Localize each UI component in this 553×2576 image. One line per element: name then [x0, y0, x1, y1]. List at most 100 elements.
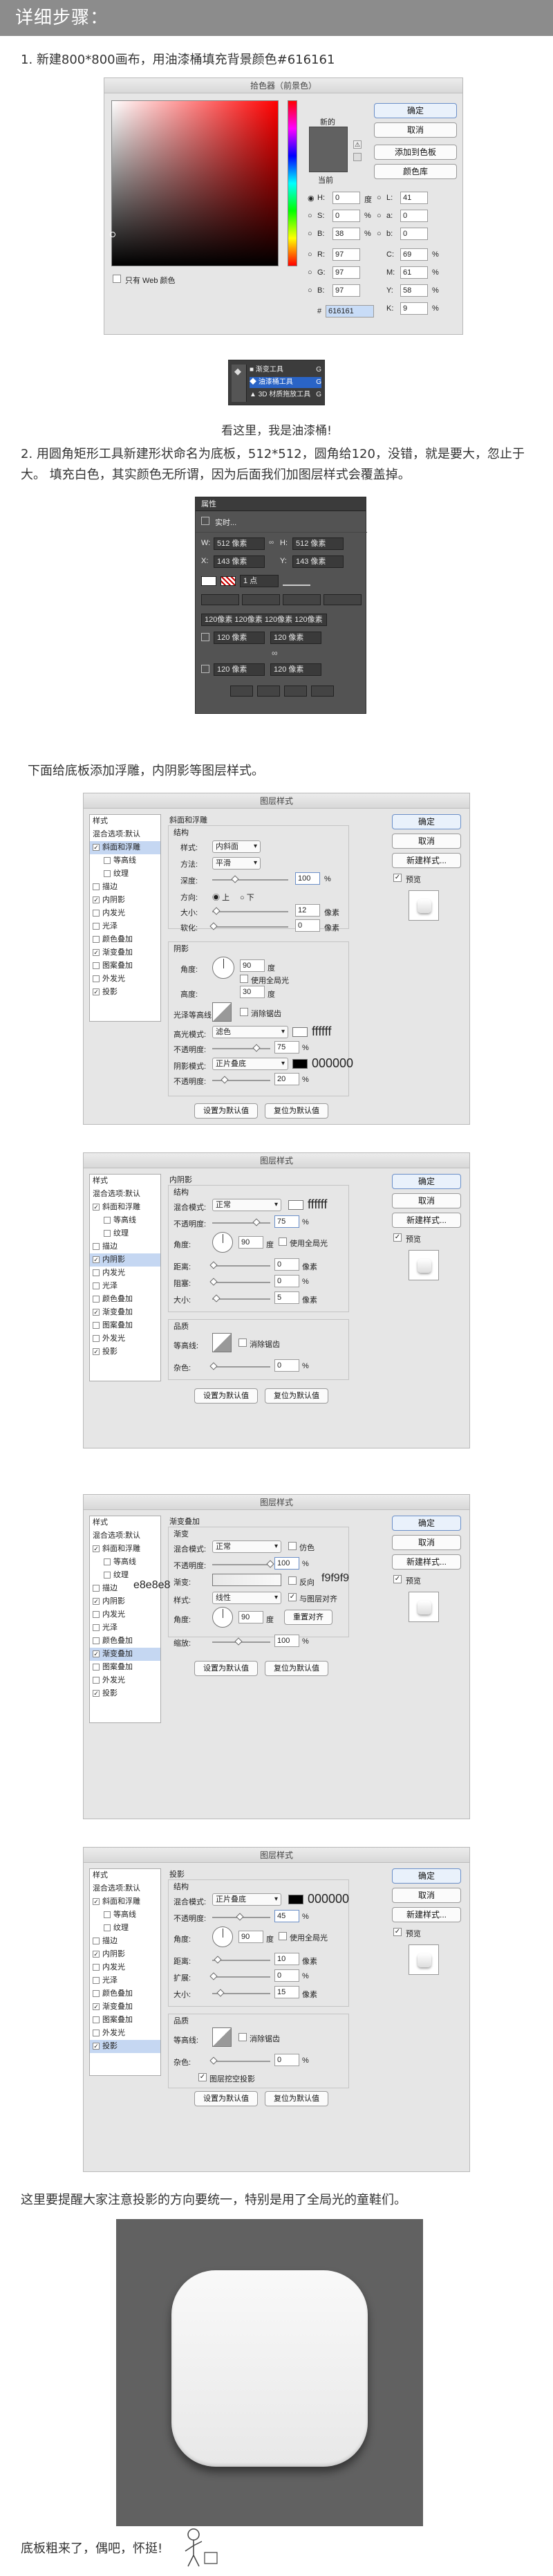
radius-bottom-right-input[interactable]: 120 像素: [270, 663, 321, 676]
sidebar-satin[interactable]: 光泽: [90, 920, 160, 933]
gradient-style-select[interactable]: 线性: [212, 1592, 281, 1604]
contour-picker[interactable]: [212, 1333, 232, 1352]
scale-input[interactable]: 100: [274, 1635, 299, 1647]
reset-default-button[interactable]: 复位为默认值: [265, 1661, 328, 1676]
inner-color-swatch[interactable]: [288, 1200, 303, 1210]
sidebar-blending[interactable]: 混合选项:默认: [90, 828, 160, 841]
x-input[interactable]: 143 像素: [214, 555, 265, 568]
knockout-checkbox[interactable]: ✓: [198, 2073, 207, 2081]
hl-opacity-input[interactable]: 75: [274, 1041, 299, 1054]
b-radio[interactable]: ○: [308, 230, 312, 238]
set-default-button[interactable]: 设置为默认值: [194, 1388, 258, 1404]
blue-input[interactable]: 97: [332, 284, 360, 297]
a-radio[interactable]: ○: [377, 212, 382, 220]
sidebar-contour[interactable]: 等高线: [90, 854, 160, 867]
hl-opacity-slider[interactable]: [212, 1048, 270, 1049]
h-input[interactable]: 0: [332, 192, 360, 204]
shadow-mode-select[interactable]: 正片叠底: [212, 1058, 288, 1070]
properties-tab[interactable]: 属性: [196, 497, 366, 511]
sidebar-blending[interactable]: 混合选项:默认: [90, 1882, 160, 1895]
align-button[interactable]: [201, 594, 239, 605]
antialias-checkbox[interactable]: [240, 1008, 248, 1016]
sidebar-contour[interactable]: 等高线: [90, 1908, 160, 1922]
sidebar-texture[interactable]: 纹理: [90, 1227, 160, 1240]
color-libraries-button[interactable]: 颜色库: [374, 164, 457, 179]
sidebar-styles[interactable]: 样式: [90, 815, 160, 828]
altitude-input[interactable]: 30: [240, 986, 265, 998]
blend-mode-select[interactable]: 正常: [212, 1199, 281, 1211]
gloss-contour-picker[interactable]: [212, 1002, 232, 1022]
m-input[interactable]: 61: [400, 266, 428, 279]
angle-input[interactable]: 90: [240, 959, 265, 972]
sidebar-satin[interactable]: 光泽: [90, 1280, 160, 1293]
direction-up-radio[interactable]: ◉ 上: [212, 892, 229, 903]
sidebar-drop-shadow[interactable]: ✓ 投影: [90, 1687, 160, 1700]
distance-slider[interactable]: [212, 1265, 270, 1267]
contour-picker[interactable]: [212, 2027, 232, 2047]
preview-checkbox[interactable]: ✓: [393, 1233, 402, 1242]
new-style-button[interactable]: 新建样式...: [392, 1907, 461, 1922]
sidebar-satin[interactable]: 光泽: [90, 1974, 160, 1987]
depth-input[interactable]: 100: [295, 872, 320, 885]
reset-default-button[interactable]: 复位为默认值: [265, 1388, 328, 1404]
cancel-button[interactable]: 取消: [392, 1193, 461, 1208]
k-input[interactable]: 9: [400, 302, 428, 315]
sidebar-outer-glow[interactable]: 外发光: [90, 2027, 160, 2040]
s-input[interactable]: 0: [332, 210, 360, 222]
angle-input[interactable]: 90: [238, 1931, 263, 1943]
s-radio[interactable]: ○: [308, 212, 312, 220]
h-radio[interactable]: ◉: [308, 194, 315, 203]
sidebar-texture[interactable]: 纹理: [90, 867, 160, 881]
sidebar-inner-shadow[interactable]: ✓ 内阴影: [90, 1253, 160, 1267]
set-default-button[interactable]: 设置为默认值: [194, 1103, 258, 1119]
ok-button[interactable]: 确定: [392, 814, 461, 829]
color-cursor[interactable]: [110, 232, 115, 237]
opacity-slider[interactable]: [212, 1222, 270, 1224]
size-input[interactable]: 5: [274, 1291, 299, 1304]
ok-button[interactable]: 确定: [392, 1174, 461, 1189]
set-default-button[interactable]: 设置为默认值: [194, 1661, 258, 1676]
sidebar-color-overlay[interactable]: 颜色叠加: [90, 1293, 160, 1306]
sidebar-inner-glow[interactable]: 内发光: [90, 1961, 160, 1974]
size-input[interactable]: 12: [295, 904, 320, 917]
size-slider[interactable]: [212, 1298, 270, 1300]
opacity-input[interactable]: 45: [274, 1910, 299, 1922]
height-input[interactable]: 512 像素: [292, 537, 344, 550]
fill-swatch[interactable]: [201, 576, 216, 586]
opacity-input[interactable]: 75: [274, 1215, 299, 1228]
noise-slider[interactable]: [212, 2061, 270, 2062]
choke-input[interactable]: 0: [274, 1275, 299, 1287]
depth-slider[interactable]: [212, 879, 288, 881]
set-default-button[interactable]: 设置为默认值: [194, 2091, 258, 2106]
c-input[interactable]: 69: [400, 248, 428, 261]
tool-item-paint-bucket[interactable]: ◆ 油漆桶工具 G: [250, 377, 321, 388]
preview-checkbox[interactable]: ✓: [393, 874, 402, 882]
shadow-color-swatch[interactable]: [292, 1059, 308, 1069]
new-style-button[interactable]: 新建样式...: [392, 1554, 461, 1570]
sidebar-contour[interactable]: 等高线: [90, 1214, 160, 1227]
sidebar-inner-shadow[interactable]: ✓ 内阴影: [90, 1948, 160, 1961]
cancel-button[interactable]: 取消: [374, 122, 457, 138]
align-layer-checkbox[interactable]: ✓: [288, 1593, 297, 1601]
sidebar-gradient-overlay[interactable]: ✓ 渐变叠加: [90, 1648, 160, 1661]
sidebar-drop-shadow[interactable]: ✓ 投影: [90, 1345, 160, 1359]
cancel-button[interactable]: 取消: [392, 834, 461, 849]
sidebar-styles[interactable]: 样式: [90, 1869, 160, 1882]
technique-select[interactable]: 平滑: [212, 857, 261, 870]
angle-input[interactable]: 90: [238, 1611, 263, 1623]
lab-b-input[interactable]: 0: [400, 228, 428, 240]
saturation-field[interactable]: [111, 100, 279, 266]
shadow-color-swatch[interactable]: [288, 1895, 303, 1904]
sidebar-inner-glow[interactable]: 内发光: [90, 1608, 160, 1621]
sidebar-pattern-overlay[interactable]: 图案叠加: [90, 1319, 160, 1332]
r-radio[interactable]: ○: [308, 250, 312, 259]
angle-dial[interactable]: [212, 1607, 233, 1628]
g-radio[interactable]: ○: [308, 268, 312, 277]
blend-mode-select[interactable]: 正片叠底: [212, 1893, 281, 1906]
choke-slider[interactable]: [212, 1282, 270, 1283]
path-op-button[interactable]: [284, 686, 307, 697]
sidebar-stroke[interactable]: 描边: [90, 1935, 160, 1948]
angle-dial[interactable]: [212, 1926, 233, 1947]
sidebar-satin[interactable]: 光泽: [90, 1621, 160, 1635]
angle-dial[interactable]: [212, 1232, 233, 1253]
